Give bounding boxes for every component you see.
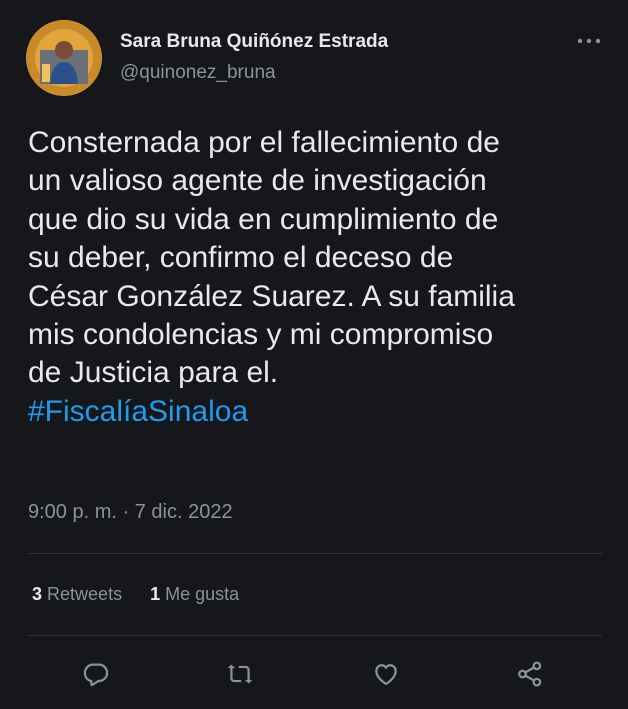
tweet-text-line: su deber, confirmo el deceso de — [28, 241, 454, 275]
share-button[interactable] — [510, 652, 550, 696]
reply-button[interactable] — [76, 652, 116, 696]
more-horizontal-icon[interactable] — [574, 34, 604, 48]
retweets-label: Retweets — [47, 584, 123, 604]
likes-count: 1 — [150, 584, 161, 604]
tweet-text-line: de Justicia para el. — [28, 356, 279, 390]
retweets-stat[interactable]: 3 Retweets — [32, 584, 122, 605]
likes-label: Me gusta — [165, 584, 240, 604]
tweet-text: Consternada por el fallecimiento de un v… — [28, 124, 614, 431]
hashtag-link[interactable]: #FiscalíaSinaloa — [28, 393, 614, 431]
divider — [28, 635, 602, 636]
like-button[interactable] — [366, 652, 406, 696]
engagement-stats: 3 Retweets 1 Me gusta — [32, 584, 239, 605]
avatar-image — [26, 20, 102, 96]
retweet-button[interactable] — [220, 652, 260, 696]
share-icon — [518, 661, 542, 687]
author-display-name[interactable]: Sara Bruna Quiñónez Estrada — [120, 31, 388, 53]
tweet-text-line: Consternada por el fallecimiento de — [28, 126, 500, 159]
divider — [28, 553, 602, 554]
likes-stat[interactable]: 1 Me gusta — [150, 584, 239, 605]
retweet-icon — [227, 664, 253, 684]
tweet-text-line: mis condolencias y mi compromiso — [28, 318, 494, 352]
tweet-text-line: que dio su vida en cumplimiento de — [28, 202, 499, 236]
action-bar — [0, 652, 628, 696]
avatar[interactable] — [26, 20, 102, 96]
tweet-text-line: César González Suarez. A su familia — [28, 279, 515, 313]
heart-icon — [375, 664, 397, 686]
tweet-text-line: un valioso agente de investigación — [28, 164, 487, 198]
retweets-count: 3 — [32, 584, 43, 604]
tweet-timestamp[interactable]: 9:00 p. m. · 7 dic. 2022 — [28, 501, 233, 524]
reply-icon — [83, 663, 109, 687]
tweet-detail: Sara Bruna Quiñónez Estrada @quinonez_br… — [0, 0, 628, 709]
author-handle[interactable]: @quinonez_bruna — [120, 62, 276, 84]
